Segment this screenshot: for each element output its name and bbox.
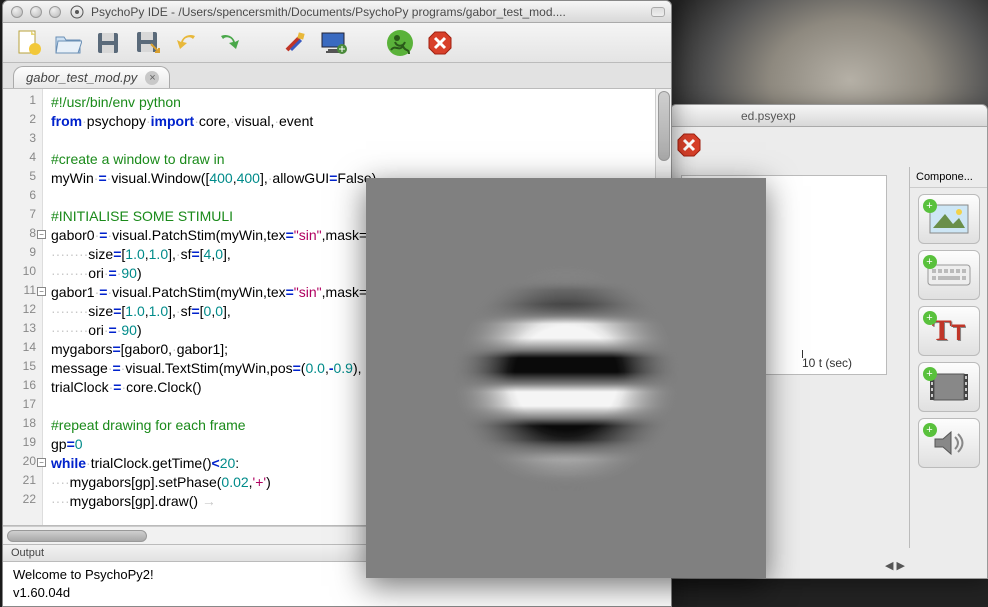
tab-label: gabor_test_mod.py [26,70,137,85]
open-file-icon[interactable] [53,28,83,58]
stop-icon[interactable] [675,131,703,159]
stop-icon[interactable] [425,28,455,58]
zoom-icon[interactable] [49,6,61,18]
new-file-icon[interactable] [13,28,43,58]
scrollbar-thumb[interactable] [658,91,670,161]
add-icon: + [923,367,937,381]
redo-icon[interactable] [213,28,243,58]
traffic-lights[interactable] [3,6,69,18]
ide-toolbar [3,23,671,63]
toolbar-toggle-icon[interactable] [651,7,665,17]
run-icon[interactable] [385,28,415,58]
component-sound[interactable]: + [918,418,980,468]
component-movie[interactable]: + [918,362,980,412]
close-tab-icon[interactable]: × [145,71,159,85]
gabor-patch [436,248,696,508]
scroll-arrows[interactable]: ◀ ▶ [885,559,905,572]
add-icon: + [923,255,937,269]
add-icon: + [923,423,937,437]
stimulus-window[interactable] [366,178,766,578]
components-panel: Compone... + + +TT + + [909,167,987,548]
builder-toolbar [671,127,987,167]
minimize-icon[interactable] [30,6,42,18]
component-image[interactable]: + [918,194,980,244]
builder-title-text: ed.psyexp [741,109,796,123]
ide-titlebar[interactable]: PsychoPy IDE - /Users/spencersmith/Docum… [3,1,671,23]
monitor-icon[interactable] [319,28,349,58]
close-icon[interactable] [11,6,23,18]
add-icon: + [923,311,937,325]
tab-gabor-test[interactable]: gabor_test_mod.py × [13,66,170,88]
scrollbar-thumb[interactable] [7,530,147,542]
component-keyboard[interactable]: + [918,250,980,300]
output-line: v1.60.04d [13,584,661,602]
save-icon[interactable] [93,28,123,58]
settings-icon[interactable] [279,28,309,58]
components-header: Compone... [910,167,987,188]
timeline-label: 10 t (sec) [802,356,852,370]
save-as-icon[interactable] [133,28,163,58]
tab-row: gabor_test_mod.py × [3,63,671,89]
ide-title-text: PsychoPy IDE - /Users/spencersmith/Docum… [85,5,651,19]
app-icon [69,5,85,19]
line-gutter[interactable]: 12345678−91011−121314151617181920−2122 [3,89,43,525]
add-icon: + [923,199,937,213]
undo-icon[interactable] [173,28,203,58]
builder-titlebar[interactable]: ed.psyexp [671,105,987,127]
component-text[interactable]: +TT [918,306,980,356]
